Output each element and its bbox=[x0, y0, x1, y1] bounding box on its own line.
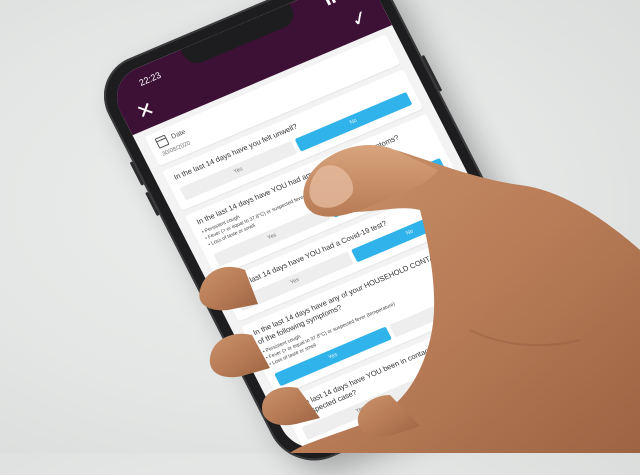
calendar-icon bbox=[154, 134, 170, 149]
photo-scene: 22:23 ▮▮ ▭ ✕ ✓ Date 30/08/2020 In the la… bbox=[0, 0, 640, 474]
signal-battery-icon: ▮▮ ▭ bbox=[324, 0, 349, 7]
smartphone: 22:23 ▮▮ ▭ ✕ ✓ Date 30/08/2020 In the la… bbox=[88, 0, 574, 474]
close-icon[interactable]: ✕ bbox=[131, 97, 161, 125]
check-icon[interactable]: ✓ bbox=[343, 4, 376, 35]
date-label: Date bbox=[170, 128, 187, 141]
status-time: 22:23 bbox=[137, 70, 163, 88]
